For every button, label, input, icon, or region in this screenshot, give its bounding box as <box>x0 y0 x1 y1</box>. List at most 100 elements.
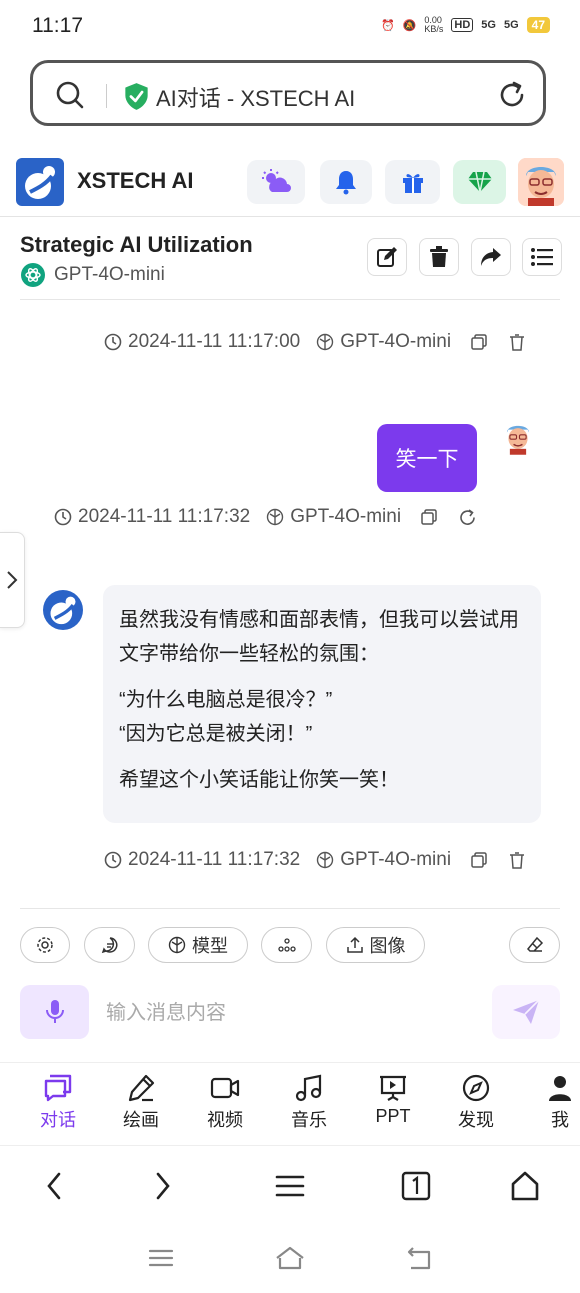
copy-icon[interactable] <box>471 334 487 350</box>
chat-model-line[interactable]: GPT-4O-mini <box>20 262 165 288</box>
recents-button[interactable] <box>141 1242 181 1274</box>
user-avatar[interactable] <box>518 158 564 206</box>
ai-message-bubble[interactable]: 虽然我没有情感和面部表情，但我可以尝试用文字带给你一些轻松的氛围： “为什么电脑… <box>103 585 541 823</box>
image-upload-chip[interactable]: 图像 <box>326 927 425 963</box>
model-icon <box>168 936 186 954</box>
vip-button[interactable] <box>453 160 506 204</box>
edit-icon <box>377 247 397 267</box>
clock-icon <box>104 851 122 869</box>
app-logo[interactable] <box>16 158 64 206</box>
home-button[interactable] <box>505 1166 545 1206</box>
delete-message-icon[interactable] <box>509 851 525 869</box>
url-divider <box>106 84 107 108</box>
system-back-icon <box>407 1247 431 1270</box>
reload-icon[interactable] <box>497 80 527 110</box>
system-home-button[interactable] <box>270 1242 310 1274</box>
edit-button[interactable] <box>367 238 407 276</box>
logo-icon <box>25 166 55 199</box>
notifications-button[interactable] <box>320 160 372 204</box>
gift-button[interactable] <box>385 160 440 204</box>
message-time: 2024-11-11 11:17:32 <box>128 849 301 870</box>
plugins-chip[interactable] <box>261 927 312 963</box>
send-icon <box>513 999 540 1024</box>
signal-2: 5G <box>503 19 519 31</box>
tab-discover[interactable]: 发现 <box>446 1074 506 1132</box>
chat-icon <box>44 1074 72 1102</box>
net-speed: 0.00 KB/s <box>424 15 444 34</box>
music-icon <box>295 1074 322 1102</box>
ai-message-quote: “因为它总是被关闭！” <box>119 723 313 745</box>
delete-message-icon[interactable] <box>509 333 525 351</box>
regenerate-icon[interactable] <box>459 508 476 526</box>
settings-chip[interactable] <box>20 927 70 963</box>
menu-button[interactable] <box>270 1166 310 1206</box>
weather-icon <box>262 169 291 192</box>
tab-me[interactable]: 我 <box>530 1074 580 1132</box>
hd-badge: HD <box>451 18 474 32</box>
battery-indicator: 47 <box>526 17 550 33</box>
tab-label: PPT <box>375 1106 411 1126</box>
tab-count-icon <box>401 1171 431 1201</box>
share-icon <box>481 248 501 266</box>
user-message-bubble[interactable]: 笑一下 <box>377 424 477 492</box>
chat-title: Strategic AI Utilization <box>20 232 253 257</box>
trash-icon <box>430 246 448 267</box>
share-button[interactable] <box>471 238 511 276</box>
message-model: GPT-4O-mini <box>340 849 452 870</box>
alarm-icon: ⏰ <box>380 19 395 32</box>
diamond-icon <box>467 171 492 193</box>
gear-icon <box>37 937 53 953</box>
microphone-icon <box>45 1000 64 1023</box>
tab-paint[interactable]: 绘画 <box>111 1074 171 1132</box>
title-divider <box>20 299 560 300</box>
delete-chat-button[interactable] <box>419 238 459 276</box>
model-icon <box>267 508 284 526</box>
back-button[interactable] <box>34 1166 74 1206</box>
ai-message-paragraph: 虽然我没有情感和面部表情，但我可以尝试用文字带给你一些轻松的氛围： <box>119 609 519 665</box>
copy-icon[interactable] <box>471 852 487 868</box>
tab-label: 音乐 <box>291 1110 327 1130</box>
tab-label: 视频 <box>207 1110 243 1130</box>
user-icon <box>549 1076 571 1101</box>
search-icon[interactable] <box>55 80 85 110</box>
chevron-right-icon <box>156 1172 170 1200</box>
chevron-left-icon <box>47 1172 61 1200</box>
nodes-icon <box>277 938 296 952</box>
ai-message-quote: “为什么电脑总是很冷？” <box>119 689 333 711</box>
ai-message-paragraph: 希望这个小笑话能让你笑一笑！ <box>119 769 399 791</box>
model-icon <box>317 851 334 869</box>
clock-icon <box>54 508 72 526</box>
url-title[interactable]: AI对话 - XSTECH AI <box>156 81 355 113</box>
logo-icon <box>50 596 76 625</box>
bell-icon <box>336 171 356 195</box>
message-meta: 2024-11-11 11:17:00 GPT-4O-mini <box>104 331 525 353</box>
composer-divider <box>20 908 560 909</box>
model-chip[interactable]: 模型 <box>148 927 248 963</box>
tab-chat[interactable]: 对话 <box>28 1074 88 1132</box>
send-button[interactable] <box>492 985 560 1039</box>
status-time: 11:17 <box>32 14 83 37</box>
compass-icon <box>462 1074 490 1102</box>
user-message-avatar <box>501 418 535 456</box>
tab-ppt[interactable]: PPT <box>363 1074 423 1127</box>
copy-icon[interactable] <box>421 509 437 525</box>
message-input[interactable] <box>104 985 488 1041</box>
upload-icon <box>346 936 363 953</box>
theme-weather-button[interactable] <box>247 160 305 204</box>
tab-label: 对话 <box>40 1110 76 1130</box>
tab-video[interactable]: 视频 <box>195 1074 255 1132</box>
message-time: 2024-11-11 11:17:00 <box>128 331 301 352</box>
forward-button[interactable] <box>143 1166 183 1206</box>
voice-input-button[interactable] <box>20 985 89 1039</box>
tab-label: 绘画 <box>123 1110 159 1130</box>
message-model: GPT-4O-mini <box>290 506 402 527</box>
list-button[interactable] <box>522 238 562 276</box>
tab-music[interactable]: 音乐 <box>279 1074 339 1132</box>
eraser-icon <box>526 936 543 952</box>
system-back-button[interactable] <box>399 1242 439 1274</box>
clear-chip[interactable] <box>509 927 560 963</box>
sidebar-toggle[interactable] <box>0 532 25 628</box>
tabs-button[interactable] <box>396 1166 436 1206</box>
signal-1: 5G <box>481 19 496 31</box>
prompt-chip[interactable] <box>84 927 135 963</box>
